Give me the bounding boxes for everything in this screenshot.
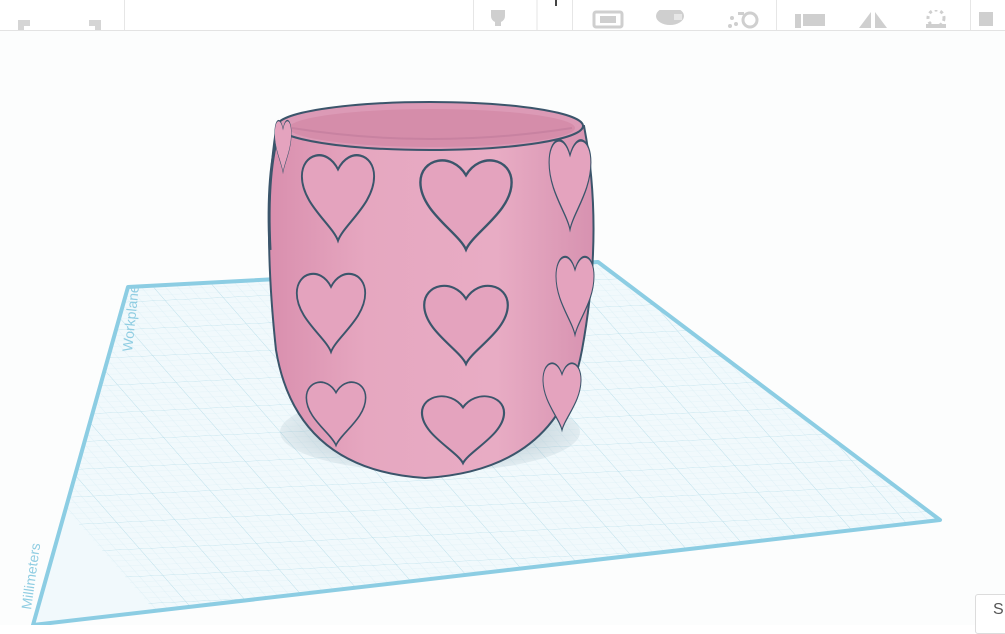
light-button[interactable] xyxy=(476,0,520,30)
align-button[interactable] xyxy=(782,0,836,30)
shapes-icon xyxy=(978,12,993,26)
redo-button[interactable] xyxy=(60,0,122,30)
view-button[interactable] xyxy=(640,0,700,30)
3d-viewport[interactable]: Workplane Millimeters xyxy=(0,31,1005,625)
sparkle-icon xyxy=(728,11,759,29)
corner-label: S xyxy=(993,601,1004,618)
more-button[interactable] xyxy=(974,0,1005,30)
undo-button[interactable] xyxy=(0,0,60,30)
group-button[interactable] xyxy=(908,0,964,30)
redo-arrow-icon xyxy=(89,20,101,30)
toolbar-separator xyxy=(572,0,573,30)
lightbulb-icon xyxy=(491,10,505,26)
toolbar-separator xyxy=(970,0,971,30)
group-icon xyxy=(926,10,946,28)
shapes-panel-corner[interactable]: S xyxy=(975,594,1005,634)
toolbar-separator xyxy=(473,0,474,30)
scene[interactable]: Workplane Millimeters xyxy=(0,31,1005,625)
note-button[interactable] xyxy=(580,0,636,30)
chevron-down-icon xyxy=(536,0,557,30)
toolbar xyxy=(0,0,1005,31)
mirror-button[interactable] xyxy=(846,0,900,30)
toolbar-separator xyxy=(124,0,125,30)
note-icon xyxy=(592,10,624,29)
light-dropdown[interactable] xyxy=(520,0,570,30)
shape-generator-button[interactable] xyxy=(710,0,770,30)
heart-cup[interactable] xyxy=(267,101,596,480)
undo-arrow-icon xyxy=(18,20,30,30)
cup-inner xyxy=(289,109,575,147)
mirror-icon xyxy=(859,12,887,28)
toolbar-separator xyxy=(776,0,777,30)
eye-icon xyxy=(656,10,684,25)
align-icon xyxy=(795,14,825,28)
